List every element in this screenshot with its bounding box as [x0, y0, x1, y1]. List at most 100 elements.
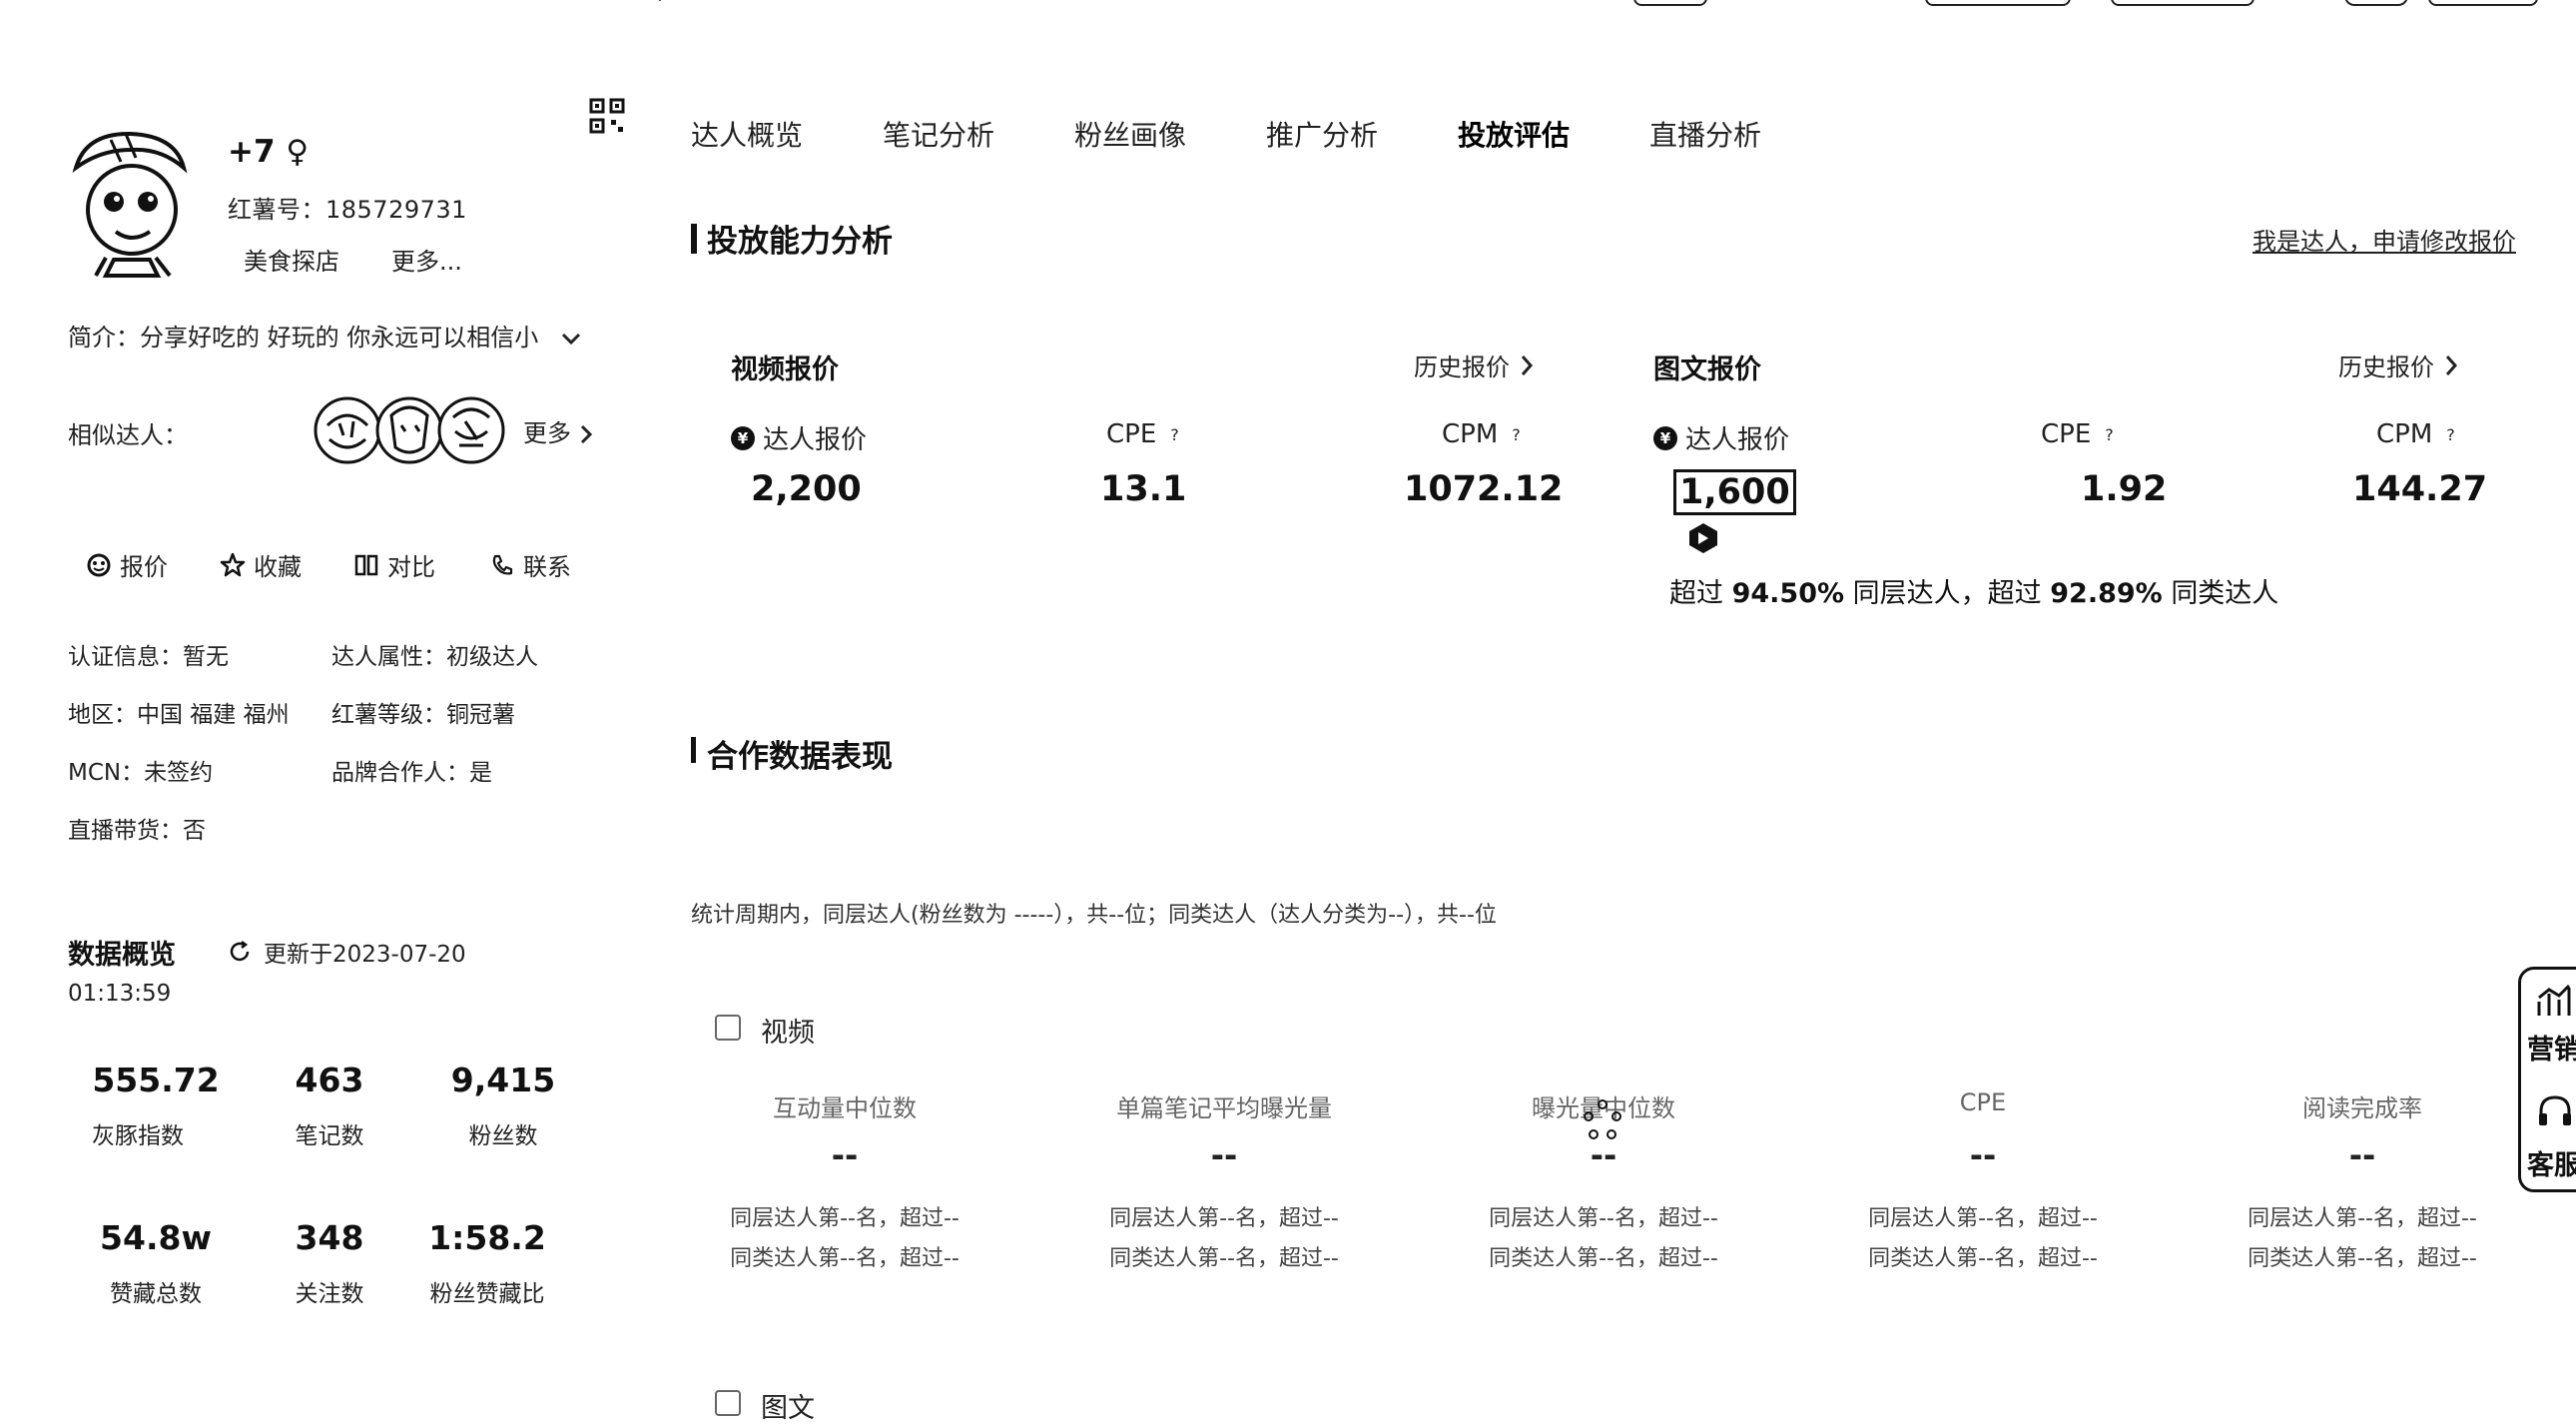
video-quote-label: ¥ 达人报价 — [731, 419, 867, 456]
coop-rank-cat: 同类达人第--名，超过-- — [2248, 1246, 2477, 1271]
compare-action[interactable]: 对比 — [353, 547, 435, 582]
avatar — [72, 131, 188, 278]
info-mcn: MCN：未签约 — [68, 760, 214, 786]
headset-icon[interactable] — [2535, 1093, 2575, 1133]
topbar-button-fragment[interactable] — [1925, 0, 2071, 6]
qr-code-icon[interactable] — [589, 98, 625, 134]
chart-icon[interactable] — [2535, 982, 2575, 1022]
chevron-right-icon — [2445, 355, 2458, 375]
image-quote-title: 图文报价 — [1653, 355, 1761, 385]
coop-header: 单篇笔记平均曝光量 — [1116, 1094, 1332, 1122]
badge-icon — [1689, 523, 1717, 553]
tab-fans[interactable]: 粉丝画像 — [1074, 114, 1186, 154]
smile-icon — [87, 553, 111, 576]
section-marker — [691, 737, 696, 763]
intro-label: 简介：分享好吃的 好玩的 你永远可以相信小 — [68, 324, 539, 352]
coop-value: -- — [831, 1136, 859, 1174]
profile-name: +7 ♀ — [228, 134, 310, 170]
section-marker — [691, 224, 697, 254]
tab-promotion[interactable]: 推广分析 — [1266, 114, 1378, 154]
favorite-action[interactable]: 收藏 — [220, 547, 302, 582]
coop-rank-cat: 同类达人第--名，超过-- — [730, 1246, 960, 1271]
marketing-item[interactable]: 营销 — [2527, 1028, 2576, 1067]
stat-label: 粉丝赞藏比 — [429, 1281, 545, 1307]
stat-value: 54.8w — [100, 1218, 212, 1257]
phone-icon — [492, 554, 513, 575]
coop-header: CPE — [1959, 1088, 2007, 1116]
quote-action[interactable]: 报价 — [86, 547, 168, 582]
video-cpe-label: CPE? — [1106, 419, 1179, 449]
video-history-link[interactable]: 历史报价 — [1414, 348, 1534, 382]
tab-live[interactable]: 直播分析 — [1649, 114, 1761, 154]
chevron-down-icon[interactable] — [560, 331, 582, 347]
coop-rank-peer: 同层达人第--名，超过-- — [1109, 1206, 1339, 1231]
coop-rank-peer: 同层达人第--名，超过-- — [1489, 1206, 1718, 1231]
compare-icon — [354, 554, 378, 575]
topbar-button-fragment[interactable] — [2428, 0, 2538, 6]
tag-more[interactable]: 更多... — [391, 242, 462, 277]
tab-delivery[interactable]: 投放评估 — [1458, 114, 1570, 154]
video-quote-value: 2,200 — [751, 469, 862, 509]
similar-more-label: 更多 — [523, 419, 571, 447]
image-history-label: 历史报价 — [2338, 354, 2434, 381]
similar-avatars[interactable] — [310, 395, 509, 465]
video-checkbox[interactable] — [715, 1015, 741, 1041]
help-icon[interactable]: ? — [1170, 425, 1179, 444]
compare-label: 对比 — [387, 553, 435, 581]
cooperation-title: 合作数据表现 — [707, 739, 893, 775]
contact-action[interactable]: 联系 — [489, 547, 571, 582]
video-label: 视频 — [761, 1018, 815, 1049]
image-cpe-value: 1.92 — [2081, 469, 2168, 509]
topbar-button-fragment[interactable] — [1633, 0, 1707, 6]
image-cpe-label: CPE? — [2041, 419, 2114, 449]
intro-text: 简介：分享好吃的 好玩的 你永远可以相信小 — [68, 318, 582, 353]
coin-icon: ¥ — [731, 425, 755, 450]
image-quote-value: 1,600 — [1673, 469, 1796, 515]
image-text-label: 图文 — [761, 1393, 815, 1424]
floating-service-panel: 营销 客服 — [2518, 967, 2576, 1192]
image-cpm-value: 144.27 — [2352, 469, 2488, 509]
coop-rank-cat: 同类达人第--名，超过-- — [1868, 1246, 2098, 1271]
favorite-label: 收藏 — [254, 553, 302, 581]
info-certification: 认证信息：暂无 — [68, 644, 229, 670]
image-text-checkbox[interactable] — [715, 1390, 741, 1416]
exceed-cat-pct: 92.89% — [2050, 578, 2163, 609]
tab-notes[interactable]: 笔记分析 — [883, 114, 994, 154]
refresh-icon[interactable] — [228, 940, 252, 964]
help-icon[interactable]: ? — [2105, 425, 2114, 444]
topbar-avatar-fragment[interactable] — [2344, 0, 2408, 6]
video-cpm-text: CPM — [1442, 419, 1499, 449]
overview-title: 数据概览 — [68, 940, 176, 971]
update-time: 01:13:59 — [68, 981, 172, 1007]
service-item[interactable]: 客服 — [2527, 1143, 2576, 1182]
coop-rank-cat: 同类达人第--名，超过-- — [1109, 1246, 1339, 1271]
tab-overview[interactable]: 达人概览 — [691, 114, 803, 154]
image-history-link[interactable]: 历史报价 — [2338, 348, 2458, 382]
coop-value: -- — [2348, 1136, 2376, 1174]
info-brand-partner: 品牌合作人：是 — [331, 760, 492, 786]
video-cpm-label: CPM? — [1442, 419, 1521, 449]
delivery-title: 投放能力分析 — [707, 224, 893, 260]
image-quote-label: ¥ 达人报价 — [1653, 419, 1789, 456]
info-level: 红薯等级：铜冠薯 — [331, 702, 515, 728]
similar-label: 相似达人： — [68, 421, 188, 449]
image-quote-label-text: 达人报价 — [1685, 425, 1790, 455]
similar-more-link[interactable]: 更多 — [523, 413, 593, 448]
quote-label: 报价 — [120, 553, 168, 581]
exceed-prefix: 超过 — [1669, 578, 1723, 609]
star-icon — [220, 552, 246, 576]
info-attribute: 达人属性：初级达人 — [331, 644, 538, 670]
exceed-cat-suffix: 同类达人 — [2171, 578, 2279, 609]
loading-spinner-icon — [1584, 1099, 1621, 1139]
topbar-button-fragment[interactable] — [2111, 0, 2254, 6]
search-icon[interactable] — [635, 0, 665, 8]
tag-food[interactable]: 美食探店 — [244, 242, 339, 277]
image-cpe-text: CPE — [2041, 419, 2092, 449]
coop-header: 互动量中位数 — [773, 1094, 917, 1122]
cooperation-note: 统计周期内，同层达人(粉丝数为 -----），共--位；同类达人（达人分类为--… — [691, 903, 1497, 928]
video-history-label: 历史报价 — [1414, 354, 1510, 381]
apply-modify-quote-link[interactable]: 我是达人，申请修改报价 — [2253, 222, 2516, 257]
stat-label: 关注数 — [295, 1281, 364, 1307]
help-icon[interactable]: ? — [2446, 425, 2455, 444]
help-icon[interactable]: ? — [1512, 425, 1521, 444]
